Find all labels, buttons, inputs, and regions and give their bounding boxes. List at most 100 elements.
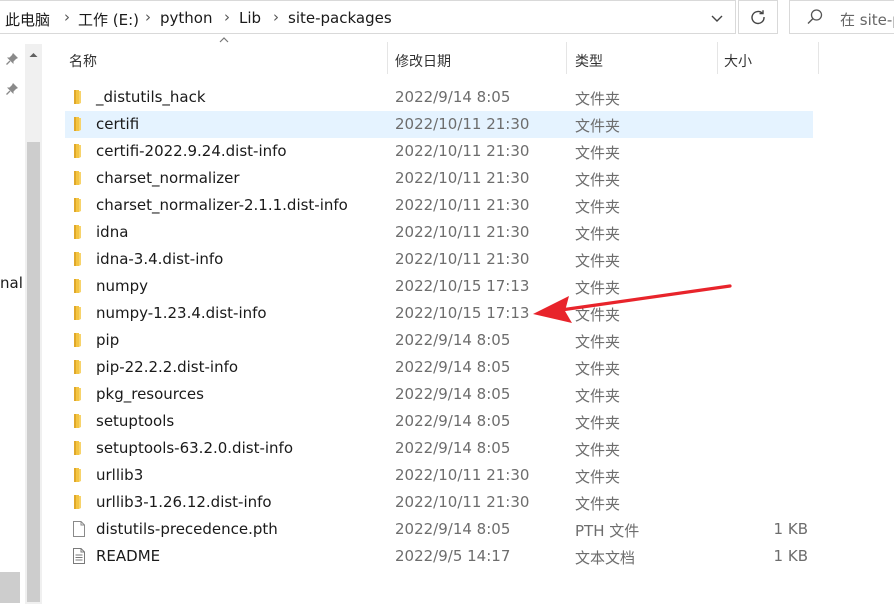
breadcrumb-lib[interactable]: Lib	[239, 9, 261, 27]
search-input[interactable]: 在 site-p	[789, 0, 894, 34]
file-name: README	[96, 547, 161, 565]
file-type: 文件夹	[575, 333, 621, 351]
file-name: distutils-precedence.pth	[96, 520, 278, 538]
file-row[interactable]: certifi 2022/10/11 21:30 文件夹	[65, 111, 813, 138]
scrollbar-thumb[interactable]	[27, 142, 40, 602]
file-name: charset_normalizer	[96, 169, 240, 187]
annotation-arrow-icon	[533, 284, 732, 323]
folder-icon	[71, 142, 87, 164]
folder-icon	[71, 115, 87, 137]
column-header-type[interactable]: 类型	[567, 42, 717, 76]
folder-icon	[71, 385, 87, 407]
file-date: 2022/9/14 8:05	[395, 331, 511, 349]
file-row[interactable]: idna 2022/10/11 21:30 文件夹	[65, 219, 825, 246]
file-row[interactable]: certifi-2022.9.24.dist-info 2022/10/11 2…	[65, 138, 825, 165]
breadcrumb-site-packages[interactable]: site-packages	[288, 9, 392, 27]
folder-icon	[71, 358, 87, 380]
breadcrumb-separator-icon[interactable]: ›	[145, 8, 151, 26]
breadcrumb[interactable]: 此电脑 › 工作 (E:) › python › Lib › site-pack…	[0, 0, 736, 34]
file-name: certifi-2022.9.24.dist-info	[96, 142, 287, 160]
file-row[interactable]: README 2022/9/5 14:17 文本文档 1 KB	[65, 543, 825, 570]
refresh-icon	[751, 10, 765, 25]
file-row[interactable]: idna-3.4.dist-info 2022/10/11 21:30 文件夹	[65, 246, 825, 273]
file-date: 2022/10/11 21:30	[395, 196, 530, 214]
file-type: 文件夹	[575, 90, 621, 108]
file-type: 文件夹	[575, 360, 621, 378]
nav-scrollbar[interactable]	[25, 44, 42, 604]
file-name: urllib3	[96, 466, 144, 484]
file-name: idna-3.4.dist-info	[96, 250, 224, 268]
folder-icon	[71, 439, 87, 461]
file-type: 文件夹	[575, 441, 621, 459]
chevron-down-icon	[711, 15, 723, 22]
navigation-pane: nal	[0, 36, 43, 604]
file-size: 1 KB	[773, 520, 808, 538]
breadcrumb-separator-icon[interactable]: ›	[273, 8, 279, 26]
file-name: urllib3-1.26.12.dist-info	[96, 493, 272, 511]
folder-icon	[71, 88, 87, 110]
address-history-dropdown[interactable]	[704, 9, 730, 29]
file-row[interactable]: pkg_resources 2022/9/14 8:05 文件夹	[65, 381, 825, 408]
file-date: 2022/10/11 21:30	[395, 223, 530, 241]
folder-icon	[71, 196, 87, 218]
file-name: charset_normalizer-2.1.1.dist-info	[96, 196, 348, 214]
column-divider[interactable]	[818, 42, 819, 74]
file-name: setuptools-63.2.0.dist-info	[96, 439, 293, 457]
file-type: 文件夹	[575, 414, 621, 432]
file-row[interactable]: pip 2022/9/14 8:05 文件夹	[65, 327, 825, 354]
folder-icon	[71, 223, 87, 245]
file-date: 2022/9/5 14:17	[395, 547, 511, 565]
folder-icon	[71, 331, 87, 353]
file-name: certifi	[96, 115, 140, 133]
nav-item-label[interactable]: nal	[0, 274, 23, 292]
file-type: 文件夹	[575, 117, 621, 135]
file-date: 2022/9/14 8:05	[395, 520, 511, 538]
file-icon	[71, 520, 87, 542]
file-row[interactable]: urllib3 2022/10/11 21:30 文件夹	[65, 462, 825, 489]
file-row[interactable]: _distutils_hack 2022/9/14 8:05 文件夹	[65, 84, 825, 111]
pin-icon[interactable]	[5, 52, 19, 66]
column-header-name[interactable]: 名称	[65, 42, 387, 76]
folder-icon	[71, 304, 87, 326]
file-row[interactable]: distutils-precedence.pth 2022/9/14 8:05 …	[65, 516, 825, 543]
file-row[interactable]: setuptools-63.2.0.dist-info 2022/9/14 8:…	[65, 435, 825, 462]
file-name: setuptools	[96, 412, 175, 430]
file-row[interactable]: charset_normalizer-2.1.1.dist-info 2022/…	[65, 192, 825, 219]
breadcrumb-python[interactable]: python	[160, 9, 212, 27]
search-placeholder: 在 site-p	[840, 11, 894, 29]
file-name: pip	[96, 331, 120, 349]
file-date: 2022/10/11 21:30	[395, 250, 530, 268]
file-date: 2022/10/15 17:13	[395, 277, 530, 295]
breadcrumb-drive-e[interactable]: 工作 (E:)	[78, 9, 139, 30]
file-row[interactable]: setuptools 2022/9/14 8:05 文件夹	[65, 408, 825, 435]
refresh-button[interactable]	[738, 0, 778, 34]
file-date: 2022/10/11 21:30	[395, 115, 530, 133]
breadcrumb-separator-icon[interactable]: ›	[224, 8, 230, 26]
file-row[interactable]: charset_normalizer 2022/10/11 21:30 文件夹	[65, 165, 825, 192]
file-row[interactable]: urllib3-1.26.12.dist-info 2022/10/11 21:…	[65, 489, 825, 516]
file-type: 文件夹	[575, 252, 621, 270]
folder-icon	[71, 412, 87, 434]
breadcrumb-this-pc[interactable]: 此电脑	[5, 9, 50, 30]
file-type: 文本文档	[575, 549, 636, 567]
file-size: 1 KB	[773, 547, 808, 565]
scroll-up-icon[interactable]	[25, 48, 42, 62]
scrollbar-thumb-horizontal[interactable]	[0, 572, 20, 603]
file-row[interactable]: pip-22.2.2.dist-info 2022/9/14 8:05 文件夹	[65, 354, 825, 381]
file-name: pkg_resources	[96, 385, 204, 403]
column-header-date[interactable]: 修改日期	[388, 42, 566, 76]
folder-icon	[71, 466, 87, 488]
folder-icon	[71, 169, 87, 191]
file-type: 文件夹	[575, 198, 621, 216]
file-date: 2022/10/11 21:30	[395, 493, 530, 511]
file-type: PTH 文件	[575, 522, 640, 540]
column-header-size[interactable]: 大小	[718, 42, 818, 76]
breadcrumb-separator-icon[interactable]: ›	[64, 8, 70, 26]
pin-icon[interactable]	[5, 82, 19, 96]
address-bar: 此电脑 › 工作 (E:) › python › Lib › site-pack…	[0, 0, 894, 36]
file-date: 2022/10/11 21:30	[395, 169, 530, 187]
folder-icon	[71, 250, 87, 272]
file-date: 2022/9/14 8:05	[395, 439, 511, 457]
folder-icon	[71, 493, 87, 515]
file-type: 文件夹	[575, 495, 621, 513]
